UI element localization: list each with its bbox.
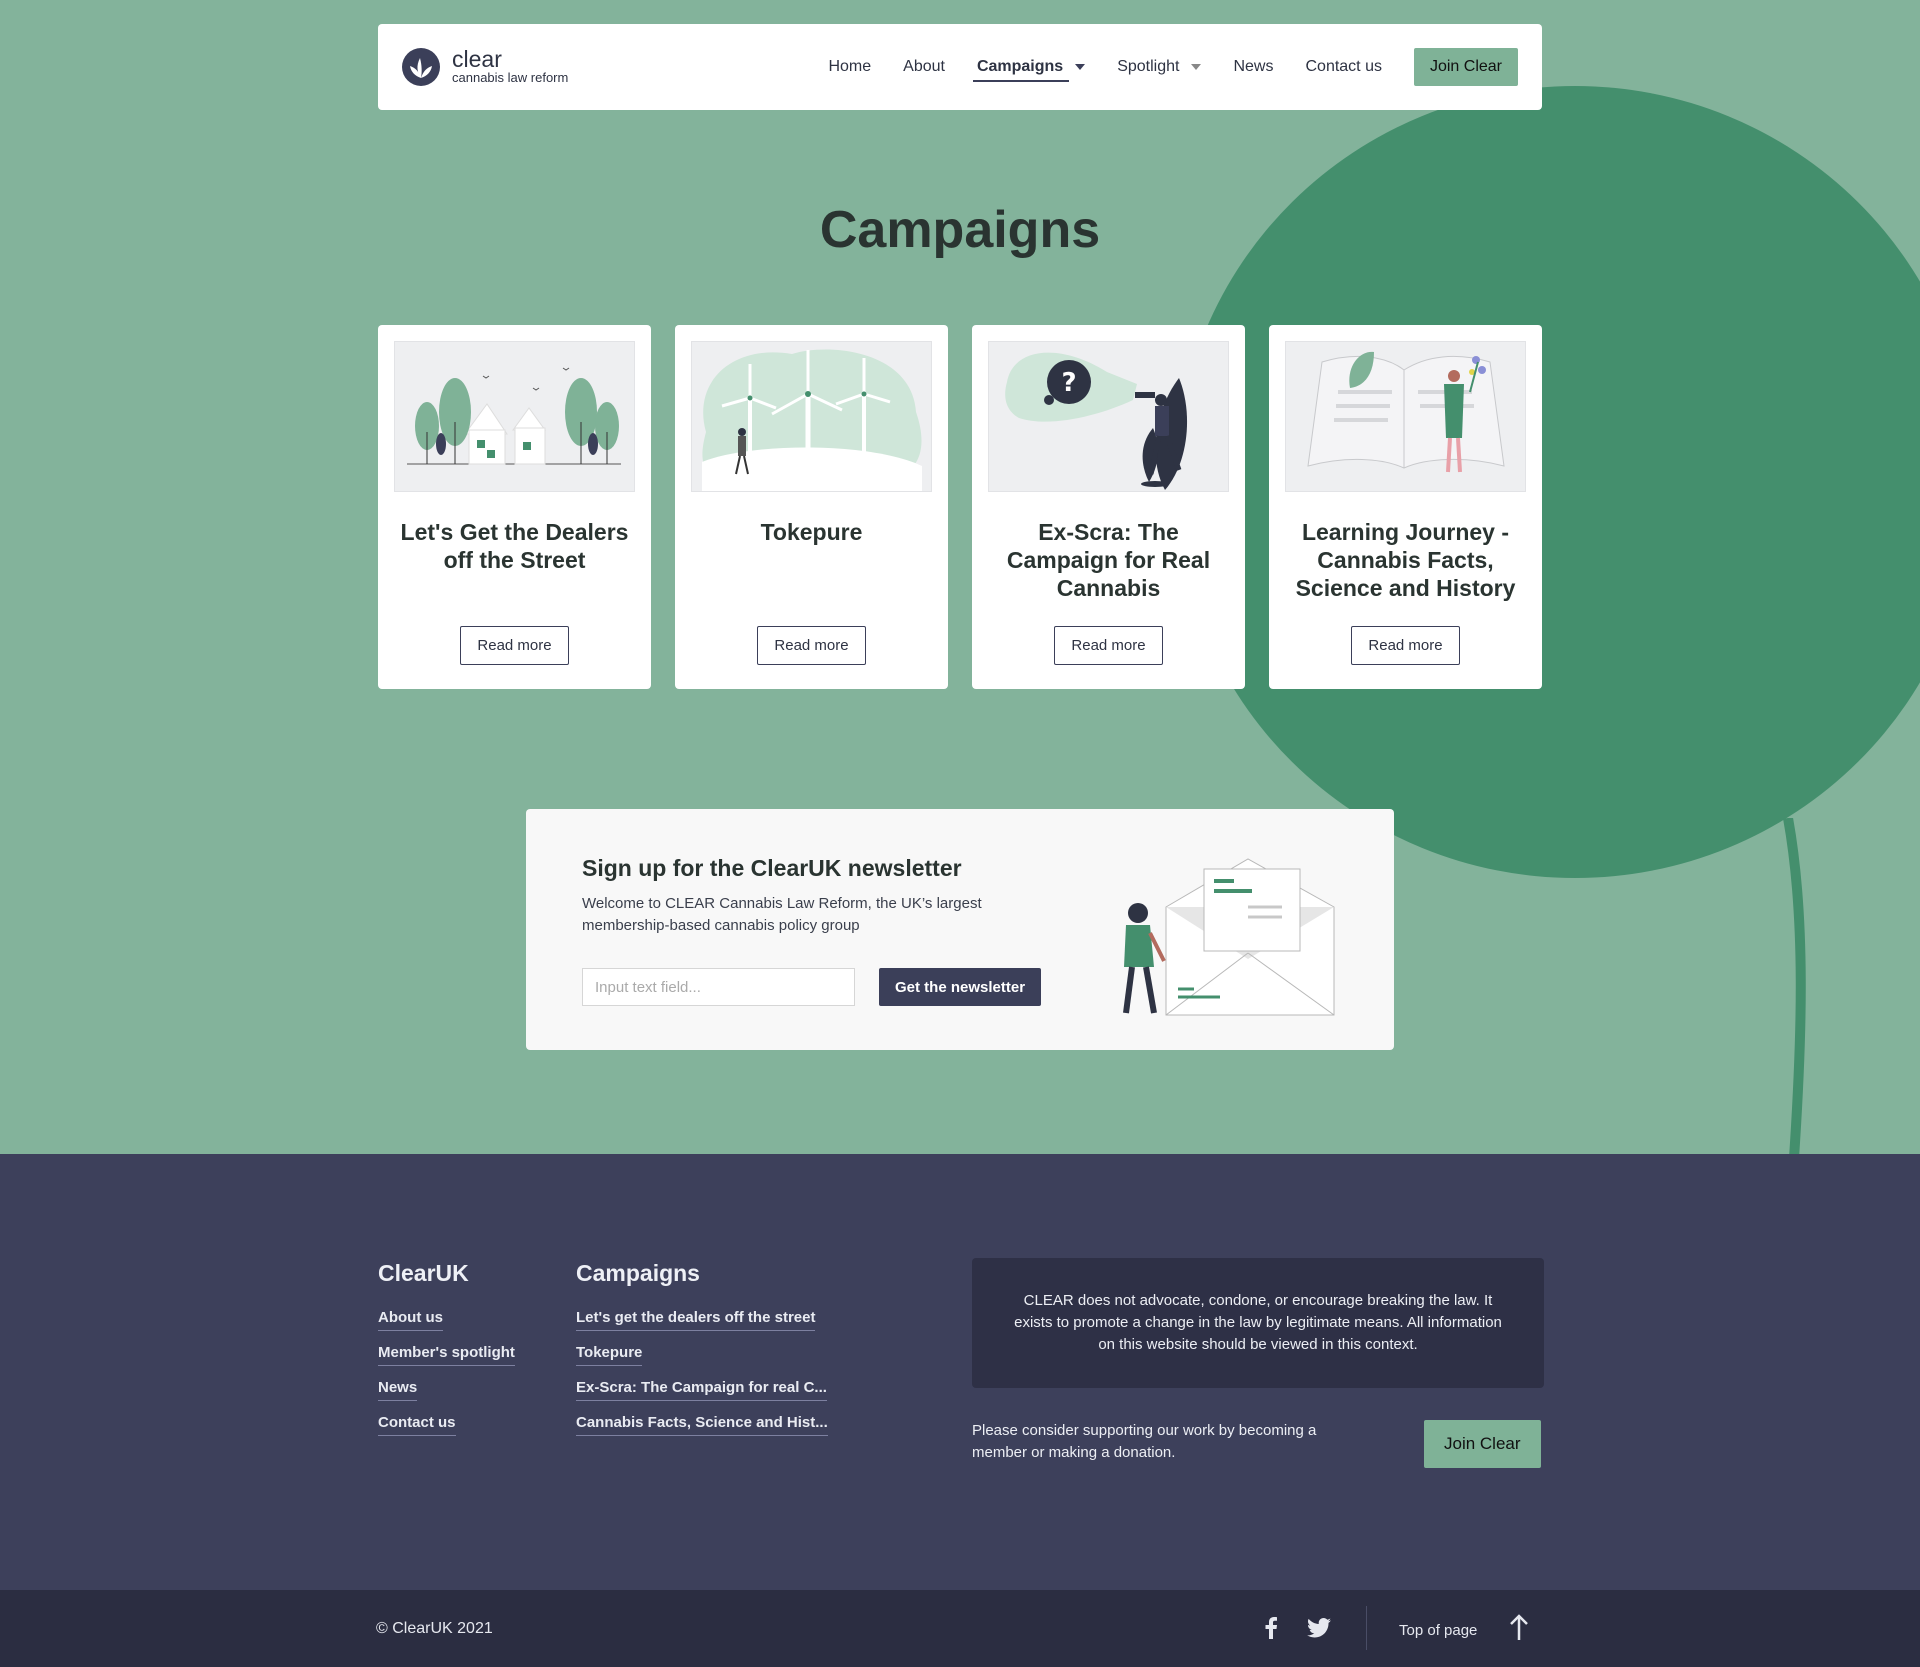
campaign-cards: Let's Get the Dealers off the Street Rea… [378,325,1542,689]
join-clear-button[interactable]: Join Clear [1413,48,1518,86]
footer-link-spotlight[interactable]: Member's spotlight [378,1344,515,1366]
top-of-page-link[interactable]: Top of page [1399,1622,1477,1639]
campaign-illustration-book [1285,341,1526,492]
campaign-card: Tokepure Read more [675,325,948,689]
twitter-icon[interactable] [1305,1614,1333,1642]
read-more-button[interactable]: Read more [460,626,569,665]
campaign-illustration-windmills [691,341,932,492]
get-newsletter-button[interactable]: Get the newsletter [879,968,1042,1006]
footer-link-campaign-facts[interactable]: Cannabis Facts, Science and Hist... [576,1414,828,1436]
campaign-title: Tokepure [760,519,863,545]
footer-link-campaign-dealers[interactable]: Let's get the dealers off the street [576,1309,816,1331]
footer-heading-clearuk: ClearUK [378,1260,469,1286]
copyright: © ClearUK 2021 [376,1620,493,1637]
nav-home[interactable]: Home [828,58,871,76]
nav-about[interactable]: About [903,58,945,76]
site-footer: ClearUK About us Member's spotlight News… [0,1154,1920,1590]
footer-heading-campaigns: Campaigns [576,1260,700,1286]
nav-contact-label: Contact us [1305,58,1382,75]
footer-col-clearuk: ClearUK About us Member's spotlight News… [378,1260,515,1449]
read-more-button[interactable]: Read more [757,626,866,665]
support-text: Please consider supporting our work by b… [972,1422,1317,1461]
nav-news[interactable]: News [1233,58,1273,76]
campaign-title: Ex-Scra: The Campaign for Real Cannabis [1006,519,1211,601]
footer-link-about[interactable]: About us [378,1309,443,1331]
read-more-button[interactable]: Read more [1351,626,1460,665]
arrow-up-icon[interactable] [1505,1612,1533,1642]
nav-home-label: Home [828,58,872,75]
brand-tagline: cannabis law reform [452,70,569,85]
bottom-bar: © ClearUK 2021 Top of page [0,1590,1920,1667]
footer-link-contact[interactable]: Contact us [378,1414,456,1436]
campaign-card: Let's Get the Dealers off the Street Rea… [378,325,651,689]
campaign-illustration-houses [394,341,635,492]
newsletter-email-input[interactable] [582,968,855,1006]
chevron-down-icon [1191,64,1202,70]
facebook-icon[interactable] [1257,1614,1285,1642]
footer-col-campaigns: Campaigns Let's get the dealers off the … [576,1260,828,1449]
nav-about-label: About [903,58,945,75]
nav-contact[interactable]: Contact us [1305,58,1381,76]
page-title: Campaigns [819,201,1101,259]
nav-campaigns[interactable]: Campaigns [972,58,1086,82]
site-header: clear cannabis law reform Home About Cam… [378,24,1542,110]
main-nav: Home About Campaigns Spotlight News Cont… [796,48,1518,86]
envelope-illustration [1123,858,1335,1016]
nav-campaigns-label: Campaigns [976,58,1064,75]
cannabis-leaf-icon [402,48,440,86]
chevron-down-icon [1075,64,1086,70]
read-more-button[interactable]: Read more [1054,626,1163,665]
campaign-title: Let's Get the Dealers off the Street [400,519,629,573]
logo[interactable]: clear cannabis law reform [402,48,568,86]
legal-disclaimer: CLEAR does not advocate, condone, or enc… [972,1258,1544,1388]
newsletter-description: Welcome to CLEAR Cannabis Law Reform, th… [582,895,982,934]
campaign-illustration-question: ? [988,341,1229,492]
nav-spotlight-label: Spotlight [1117,58,1180,75]
campaign-card: ? Ex-Scra: The Campaign for Real Cannabi… [972,325,1245,689]
footer-link-campaign-exscra[interactable]: Ex-Scra: The Campaign for real C... [576,1379,827,1401]
nav-news-label: News [1233,58,1274,75]
newsletter-title: Sign up for the ClearUK newsletter [582,855,962,881]
footer-link-news[interactable]: News [378,1379,418,1401]
campaign-title: Learning Journey - Cannabis Facts, Scien… [1295,519,1516,601]
footer-link-campaign-tokepure[interactable]: Tokepure [576,1344,643,1366]
hero-section: clear cannabis law reform Home About Cam… [0,0,1920,1154]
brand-name: clear [452,46,502,72]
svg-text:?: ? [1061,368,1076,398]
footer-join-clear-button[interactable]: Join Clear [1424,1420,1541,1468]
campaign-card: Learning Journey - Cannabis Facts, Scien… [1269,325,1542,689]
divider [1366,1606,1367,1650]
newsletter-signup: Sign up for the ClearUK newsletter Welco… [526,809,1394,1050]
nav-spotlight[interactable]: Spotlight [1117,58,1202,76]
